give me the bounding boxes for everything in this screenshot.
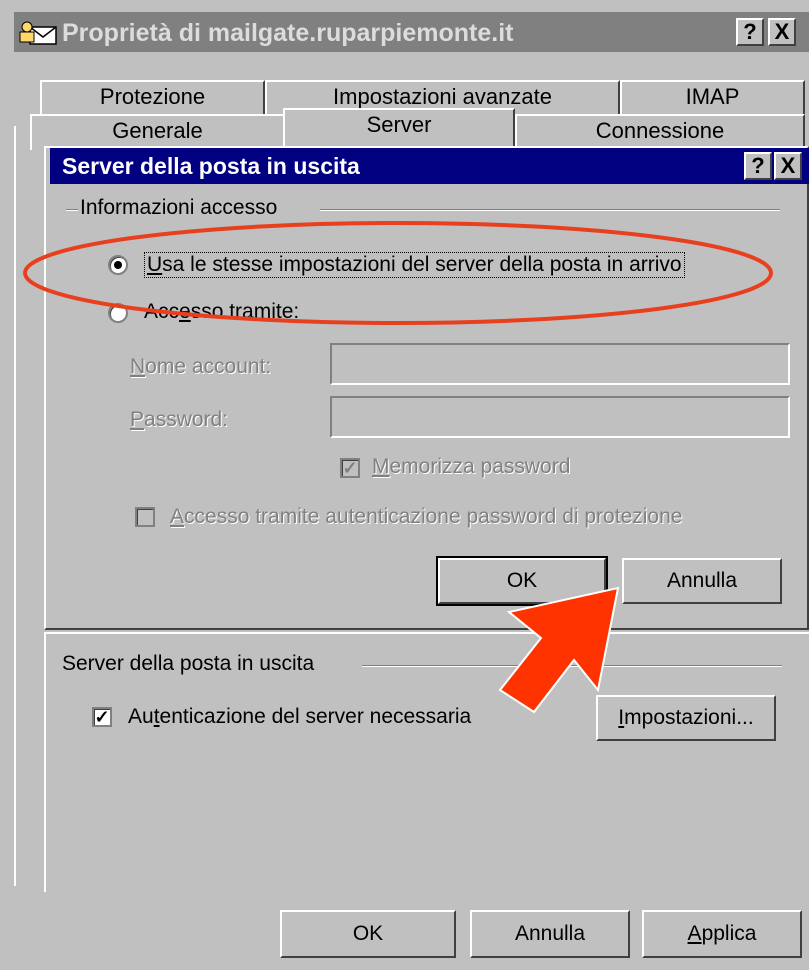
pointer-arrow-icon [498, 586, 620, 714]
annotation-overlay [23, 221, 773, 714]
highlight-ellipse [23, 221, 773, 325]
